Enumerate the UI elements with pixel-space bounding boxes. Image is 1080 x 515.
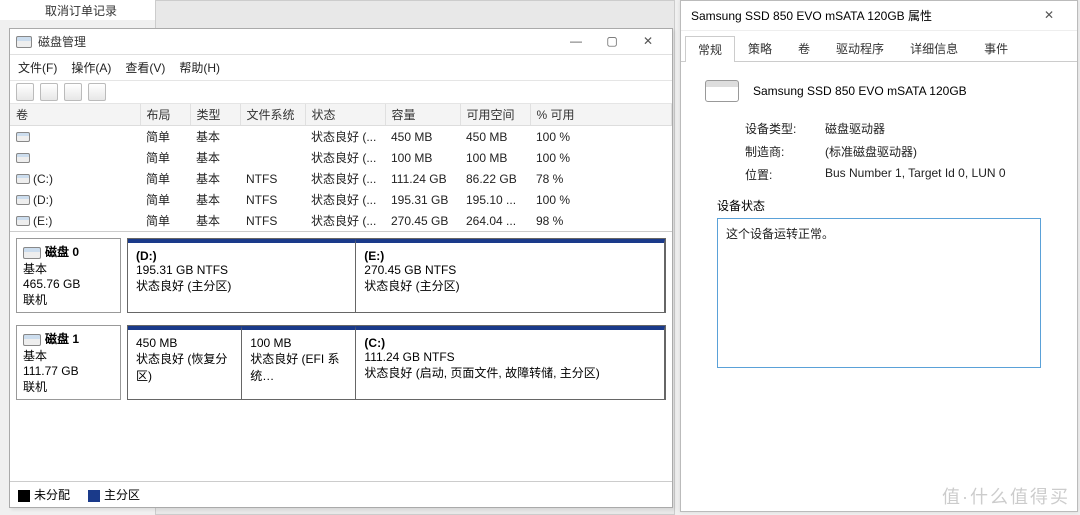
volume-icon (16, 153, 30, 163)
partition[interactable]: (C:)111.24 GB NTFS状态良好 (启动, 页面文件, 故障转储, … (356, 326, 665, 399)
partition[interactable]: (D:)195.31 GB NTFS状态良好 (主分区) (128, 239, 356, 312)
partition[interactable]: (E:)270.45 GB NTFS状态良好 (主分区) (356, 239, 665, 312)
volume-list-pane[interactable]: 卷 布局 类型 文件系统 状态 容量 可用空间 % 可用 简单基本状态良好 (.… (10, 104, 672, 232)
tab-volumes[interactable]: 卷 (785, 35, 823, 61)
col-pct[interactable]: % 可用 (530, 104, 672, 126)
dm-title: 磁盘管理 (38, 33, 558, 50)
legend-primary: 主分区 (88, 486, 140, 503)
prop-tabstrip: 常规 策略 卷 驱动程序 详细信息 事件 (681, 35, 1077, 62)
table-row[interactable]: 简单基本状态良好 (...450 MB450 MB100 % (10, 126, 672, 148)
volume-icon (16, 195, 30, 205)
device-name: Samsung SSD 850 EVO mSATA 120GB (753, 84, 967, 98)
device-status-group: 设备状态 这个设备运转正常。 (717, 197, 1041, 368)
legend-black-swatch (18, 490, 30, 502)
properties-window: Samsung SSD 850 EVO mSATA 120GB 属性 ✕ 常规 … (680, 0, 1078, 512)
prop-body: Samsung SSD 850 EVO mSATA 120GB 设备类型:磁盘驱… (681, 62, 1077, 400)
menu-view[interactable]: 查看(V) (125, 59, 165, 76)
tab-general[interactable]: 常规 (685, 36, 735, 62)
table-header-row: 卷 布局 类型 文件系统 状态 容量 可用空间 % 可用 (10, 104, 672, 126)
disk-drive-icon (705, 80, 739, 102)
disk-row: 磁盘 1基本111.77 GB联机450 MB状态良好 (恢复分区)100 MB… (16, 325, 666, 400)
tab-driver[interactable]: 驱动程序 (823, 35, 897, 61)
close-button[interactable]: ✕ (630, 31, 666, 53)
disk-icon (23, 247, 41, 259)
toolbar-back-icon[interactable] (16, 83, 34, 101)
dm-titlebar[interactable]: 磁盘管理 — ▢ ✕ (10, 29, 672, 55)
graphical-view-pane[interactable]: 磁盘 0基本465.76 GB联机(D:)195.31 GB NTFS状态良好 … (10, 232, 672, 414)
menu-action[interactable]: 操作(A) (71, 59, 111, 76)
disk-label[interactable]: 磁盘 0基本465.76 GB联机 (16, 238, 121, 313)
disk-management-window: 磁盘管理 — ▢ ✕ 文件(F) 操作(A) 查看(V) 帮助(H) 卷 布局 … (9, 28, 673, 508)
col-fs[interactable]: 文件系统 (240, 104, 305, 126)
volume-icon (16, 174, 30, 184)
volume-table: 卷 布局 类型 文件系统 状态 容量 可用空间 % 可用 简单基本状态良好 (.… (10, 104, 672, 231)
toolbar-help-icon[interactable] (88, 83, 106, 101)
device-status-label: 设备状态 (717, 197, 1041, 214)
col-capacity[interactable]: 容量 (385, 104, 460, 126)
legend-unallocated: 未分配 (18, 486, 70, 503)
col-type[interactable]: 类型 (190, 104, 240, 126)
partition[interactable]: 450 MB状态良好 (恢复分区) (128, 326, 242, 399)
dm-toolbar (10, 81, 672, 104)
row-location: 位置:Bus Number 1, Target Id 0, LUN 0 (745, 166, 1053, 183)
device-status-box[interactable]: 这个设备运转正常。 (717, 218, 1041, 368)
toolbar-refresh-icon[interactable] (64, 83, 82, 101)
col-free[interactable]: 可用空间 (460, 104, 530, 126)
cancel-orders-link[interactable]: 取消订单记录 (45, 2, 117, 19)
tab-policies[interactable]: 策略 (735, 35, 785, 61)
col-layout[interactable]: 布局 (140, 104, 190, 126)
row-manufacturer: 制造商:(标准磁盘驱动器) (745, 143, 1053, 160)
prop-titlebar[interactable]: Samsung SSD 850 EVO mSATA 120GB 属性 ✕ (681, 1, 1077, 31)
disk-label[interactable]: 磁盘 1基本111.77 GB联机 (16, 325, 121, 400)
tab-details[interactable]: 详细信息 (897, 35, 971, 61)
volume-icon (16, 216, 30, 226)
prop-close-button[interactable]: ✕ (1031, 5, 1067, 27)
maximize-button[interactable]: ▢ (594, 31, 630, 53)
page-sidebar-fragment: 取消订单记录 (0, 0, 155, 20)
col-volume[interactable]: 卷 (10, 104, 140, 126)
tab-events[interactable]: 事件 (971, 35, 1021, 61)
toolbar-fwd-icon[interactable] (40, 83, 58, 101)
partitions-container: 450 MB状态良好 (恢复分区)100 MB状态良好 (EFI 系统…(C:)… (127, 325, 666, 400)
disk-icon (23, 334, 41, 346)
disk-row: 磁盘 0基本465.76 GB联机(D:)195.31 GB NTFS状态良好 … (16, 238, 666, 313)
dm-menubar: 文件(F) 操作(A) 查看(V) 帮助(H) (10, 55, 672, 81)
table-row[interactable]: (D:)简单基本NTFS状态良好 (...195.31 GB195.10 ...… (10, 189, 672, 210)
row-device-type: 设备类型:磁盘驱动器 (745, 120, 1053, 137)
table-row[interactable]: (C:)简单基本NTFS状态良好 (...111.24 GB86.22 GB78… (10, 168, 672, 189)
legend-bar: 未分配 主分区 (10, 481, 672, 507)
disk-mgmt-icon (16, 36, 32, 48)
menu-help[interactable]: 帮助(H) (179, 59, 220, 76)
table-row[interactable]: (E:)简单基本NTFS状态良好 (...270.45 GB264.04 ...… (10, 210, 672, 231)
partitions-container: (D:)195.31 GB NTFS状态良好 (主分区)(E:)270.45 G… (127, 238, 666, 313)
minimize-button[interactable]: — (558, 31, 594, 53)
table-row[interactable]: 简单基本状态良好 (...100 MB100 MB100 % (10, 147, 672, 168)
prop-title-text: Samsung SSD 850 EVO mSATA 120GB 属性 (691, 7, 1031, 24)
col-status[interactable]: 状态 (305, 104, 385, 126)
volume-icon (16, 132, 30, 142)
partition[interactable]: 100 MB状态良好 (EFI 系统… (242, 326, 356, 399)
menu-file[interactable]: 文件(F) (18, 59, 57, 76)
legend-blue-swatch (88, 490, 100, 502)
